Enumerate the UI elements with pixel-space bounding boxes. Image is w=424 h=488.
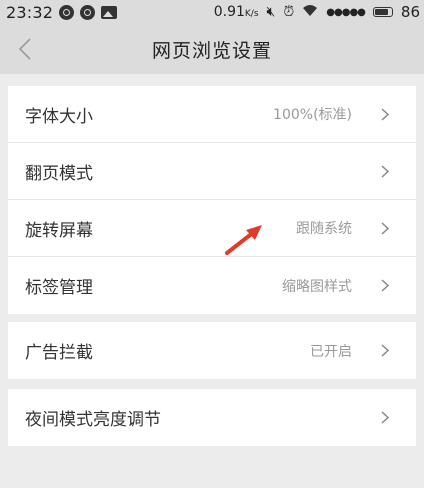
image-icon [101, 5, 118, 19]
chevron-right-icon [380, 164, 390, 178]
row-label: 广告拦截 [25, 343, 93, 363]
row-value: 已开启 [310, 343, 352, 360]
nav-bar: 网页浏览设置 [0, 24, 424, 74]
row-label: 翻页模式 [25, 163, 93, 184]
row-font-size[interactable]: 字体大小 100%(标准) [8, 86, 416, 143]
row-value: 100%(标准) [273, 107, 352, 123]
settings-group-display: 字体大小 100%(标准) 翻页模式 旋转屏幕 跟随系统 标签管理 缩略图样式 [8, 86, 416, 314]
battery-icon [372, 7, 393, 17]
sync-icon [80, 4, 96, 20]
settings-group-adblock: 广告拦截 已开启 [8, 322, 416, 379]
chevron-left-icon [19, 38, 31, 60]
settings-group-night: 夜间模式亮度调节 [8, 389, 416, 446]
annotation-arrow-icon [225, 225, 262, 255]
chevron-right-icon [380, 344, 390, 358]
alarm-icon: ⏰︎ [283, 4, 295, 20]
network-speed-unit: K/s [244, 9, 259, 19]
chevron-right-icon [380, 279, 390, 293]
battery-level: 86 [400, 3, 420, 21]
chevron-right-icon [380, 411, 390, 425]
row-label: 夜间模式亮度调节 [25, 410, 161, 430]
row-tab-management[interactable]: 标签管理 缩略图样式 [8, 257, 416, 314]
row-page-turn-mode[interactable]: 翻页模式 [8, 143, 416, 200]
network-speed: 0.91K/s [214, 4, 259, 20]
row-night-brightness[interactable]: 夜间模式亮度调节 [8, 389, 416, 446]
status-time: 23:32 [6, 2, 54, 22]
row-ad-block[interactable]: 广告拦截 已开启 [8, 322, 416, 379]
row-value: 跟随系统 [296, 221, 352, 237]
wifi-icon [302, 4, 318, 21]
network-speed-value: 0.91 [213, 4, 245, 20]
row-rotate-screen[interactable]: 旋转屏幕 跟随系统 [8, 200, 416, 257]
sync-icon [59, 4, 75, 20]
chevron-right-icon [380, 221, 390, 235]
mute-icon: 🔇︎ [266, 4, 276, 20]
row-label: 标签管理 [25, 278, 93, 298]
back-button[interactable] [10, 34, 40, 64]
row-value: 缩略图样式 [282, 278, 352, 295]
chevron-right-icon [380, 107, 390, 121]
status-bar: 23:32 0.91K/s 🔇︎ ⏰︎ ●●●●● 86 [0, 0, 424, 24]
row-label: 旋转屏幕 [25, 220, 93, 241]
row-label: 字体大小 [25, 106, 93, 127]
signal-icon: ●●●●● [326, 6, 366, 18]
page-title: 网页浏览设置 [151, 39, 272, 62]
